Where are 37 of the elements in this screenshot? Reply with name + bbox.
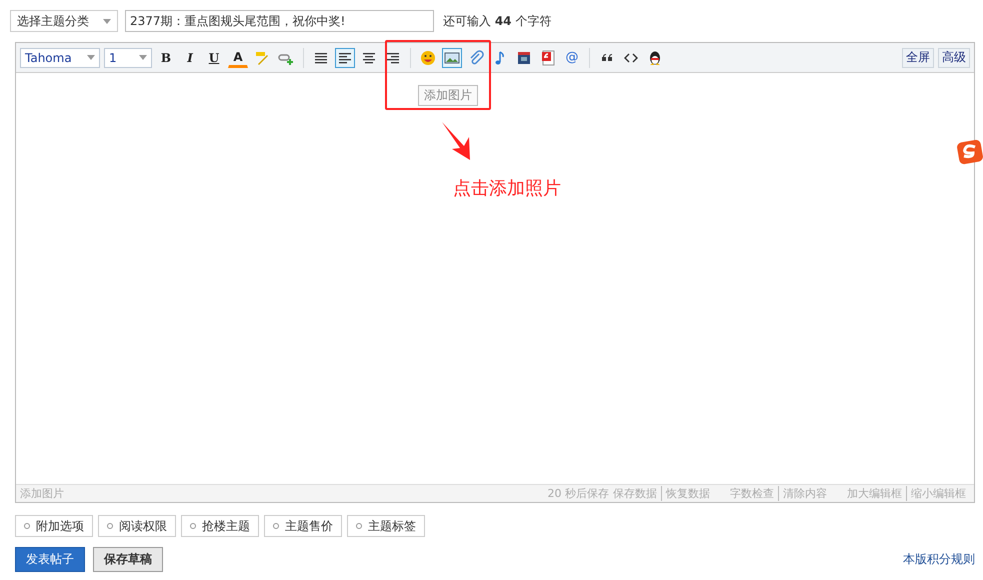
font-select[interactable]: Tahoma bbox=[20, 48, 100, 68]
status-text: 添加图片 bbox=[20, 486, 64, 501]
char-counter: 还可输入 44 个字符 bbox=[443, 12, 552, 30]
category-select[interactable]: 选择主题分类 bbox=[10, 10, 118, 32]
tooltip: 添加图片 bbox=[418, 85, 478, 106]
penguin-icon bbox=[647, 50, 663, 66]
smiley-icon bbox=[420, 50, 436, 66]
draft-button[interactable]: 保存草稿 bbox=[93, 547, 163, 572]
option-button[interactable]: 主题标签 bbox=[347, 515, 425, 537]
autosave-text: 20 秒后保存 bbox=[548, 486, 609, 501]
clapperboard-icon bbox=[516, 50, 532, 66]
quote-icon bbox=[602, 54, 612, 62]
view-button[interactable]: 高级 bbox=[938, 48, 970, 68]
submit-button[interactable]: 发表帖子 bbox=[15, 547, 85, 572]
image-button[interactable] bbox=[442, 48, 462, 68]
option-button[interactable]: 抢楼主题 bbox=[181, 515, 259, 537]
option-button[interactable]: 附加选项 bbox=[15, 515, 93, 537]
title-input[interactable]: 2377期：重点图规头尾范围，祝你中奖! bbox=[125, 10, 434, 32]
caret-icon bbox=[103, 18, 111, 24]
option-button[interactable]: 阅读权限 bbox=[98, 515, 176, 537]
flash-file-icon bbox=[540, 50, 556, 66]
picture-icon bbox=[444, 50, 460, 66]
bold-button[interactable]: B bbox=[156, 48, 176, 68]
at-button[interactable]: @ bbox=[562, 48, 582, 68]
font-size-select[interactable]: 1 bbox=[104, 48, 152, 68]
highlighter-icon bbox=[254, 50, 270, 66]
paperclip-icon bbox=[468, 50, 484, 66]
align-left-button[interactable] bbox=[335, 48, 355, 68]
view-button[interactable]: 全屏 bbox=[902, 48, 934, 68]
caret-icon bbox=[139, 55, 147, 60]
rules-link[interactable]: 本版积分规则 bbox=[903, 551, 975, 568]
option-button[interactable]: 主题售价 bbox=[264, 515, 342, 537]
caret-icon bbox=[87, 55, 95, 60]
annotation-text: 点击添加照片 bbox=[453, 177, 561, 200]
italic-button[interactable]: I bbox=[180, 48, 200, 68]
color-button[interactable]: A bbox=[228, 48, 248, 68]
underline-button[interactable]: U bbox=[204, 48, 224, 68]
